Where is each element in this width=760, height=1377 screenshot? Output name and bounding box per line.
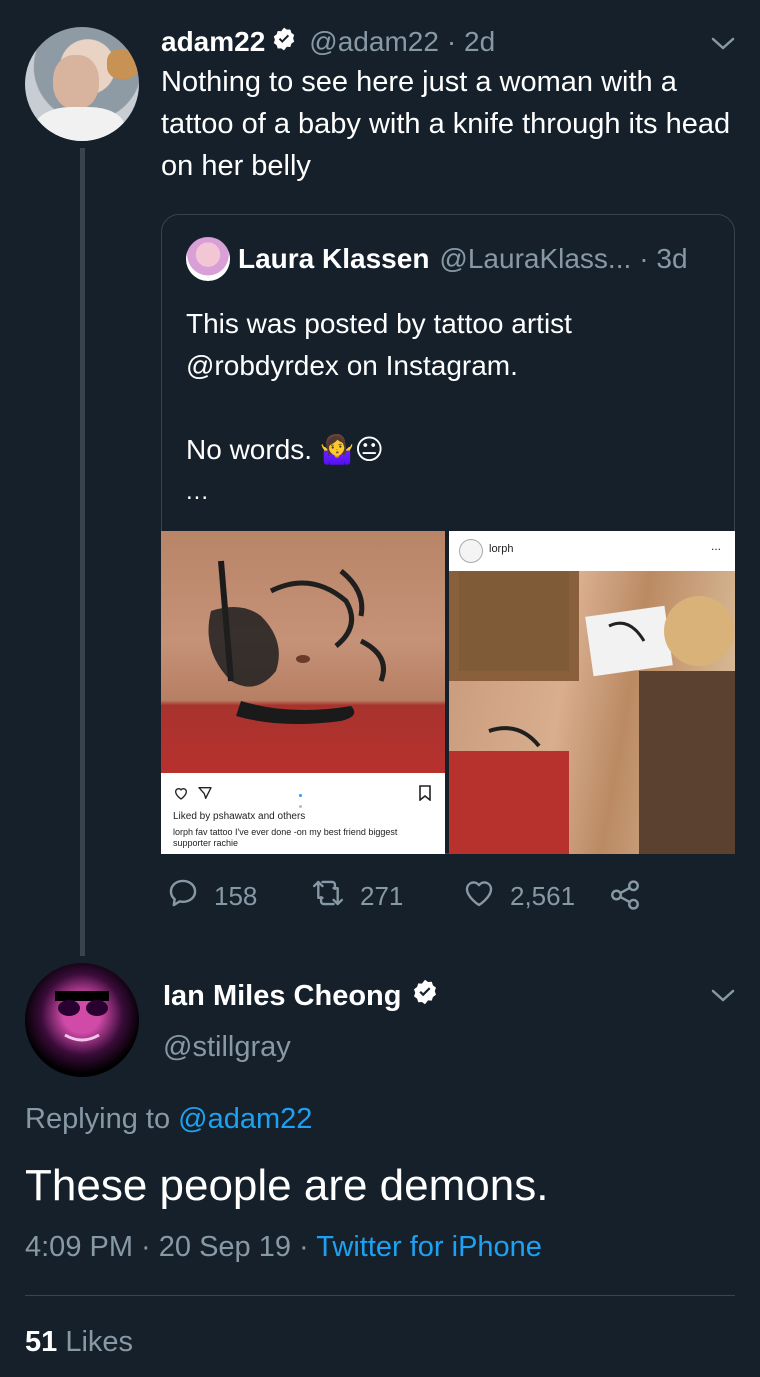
tweet1-more-chevron-down-icon[interactable] xyxy=(710,36,736,52)
replying-to-label: Replying to xyxy=(25,1103,171,1135)
tweet2-meta: 4:09 PM · 20 Sep 19 · Twitter for iPhone xyxy=(25,1231,542,1264)
quote-header: Laura Klassen @LauraKlass... · 3d xyxy=(238,240,688,278)
instagram-caption: lorph fav tattoo I've ever done -on my b… xyxy=(173,827,398,848)
tweet2-source[interactable]: Twitter for iPhone xyxy=(316,1231,542,1263)
verified-badge-icon xyxy=(271,26,297,59)
replying-to-handle[interactable]: @adam22 xyxy=(178,1103,312,1135)
instagram-profile-avatar xyxy=(459,539,483,563)
tweet1-text: Nothing to see here just a woman with a … xyxy=(161,66,731,182)
tweet1-time[interactable]: · 2d xyxy=(447,26,495,58)
quote-handle: @LauraKlass... xyxy=(439,243,632,274)
tweet2-header: Ian Miles Cheong xyxy=(163,977,439,1015)
ian-miles-cheong-avatar[interactable] xyxy=(25,963,139,1077)
carousel-dots xyxy=(299,789,307,808)
quote-display-name: Laura Klassen xyxy=(238,243,430,274)
likes-count: 51 xyxy=(25,1326,58,1358)
quote-text-line2: No words. 🤷‍♀️😐 xyxy=(186,434,384,465)
heart-icon xyxy=(462,876,496,917)
instagram-menu: ... xyxy=(711,539,722,553)
instagram-like-icon xyxy=(173,785,189,804)
quote-time: · 3d xyxy=(639,243,688,274)
tweet2-display-name[interactable]: Ian Miles Cheong xyxy=(163,980,401,1013)
tweet2-handle[interactable]: @stillgray xyxy=(163,1031,291,1064)
instagram-liked-by: Liked by pshawatx and others xyxy=(173,811,306,822)
instagram-bookmark-icon xyxy=(418,785,432,804)
tweet2-likes-stat[interactable]: 51 Likes xyxy=(25,1326,133,1359)
retweet-count: 271 xyxy=(360,881,404,911)
belly-tattoo-image xyxy=(161,531,445,773)
thread-line xyxy=(80,148,85,956)
tweet1-display-name[interactable]: adam22 xyxy=(161,26,265,58)
adam22-avatar[interactable] xyxy=(25,27,139,141)
tweet2-more-chevron-down-icon[interactable] xyxy=(710,988,736,1004)
verified-badge-icon xyxy=(411,978,439,1014)
tweet2-text: These people are demons. xyxy=(25,1161,549,1210)
reply-count: 158 xyxy=(214,881,258,911)
reply-button[interactable]: 158 xyxy=(166,876,257,917)
instagram-share-icon xyxy=(197,785,213,804)
divider xyxy=(25,1295,735,1296)
instagram-post-footer: Liked by pshawatx and others lorph fav t… xyxy=(161,773,445,854)
two-women-photo xyxy=(449,571,735,854)
retweet-icon xyxy=(310,876,346,917)
quote-text-line1: This was posted by tattoo artist @robdyr… xyxy=(186,308,572,381)
likes-label: Likes xyxy=(65,1326,134,1358)
reply-icon xyxy=(166,876,200,917)
tweet2-timestamp[interactable]: 4:09 PM · 20 Sep 19 · xyxy=(25,1231,309,1263)
share-icon[interactable] xyxy=(608,878,642,917)
like-button[interactable]: 2,561 xyxy=(462,876,575,917)
tweet1-header: adam22 @adam22 · 2d xyxy=(161,24,495,60)
quote-ellipsis: ... xyxy=(186,478,210,505)
laura-klassen-avatar xyxy=(186,237,230,281)
tweet1-handle[interactable]: @adam22 xyxy=(309,26,439,58)
replying-to: Replying to @adam22 xyxy=(25,1103,312,1136)
like-count: 2,561 xyxy=(510,881,576,911)
retweet-button[interactable]: 271 xyxy=(310,876,403,917)
tattoo-photo-right[interactable]: lorph ... xyxy=(449,531,735,854)
instagram-username: lorph xyxy=(489,543,514,555)
tattoo-photo-left[interactable]: Liked by pshawatx and others lorph fav t… xyxy=(161,531,445,854)
